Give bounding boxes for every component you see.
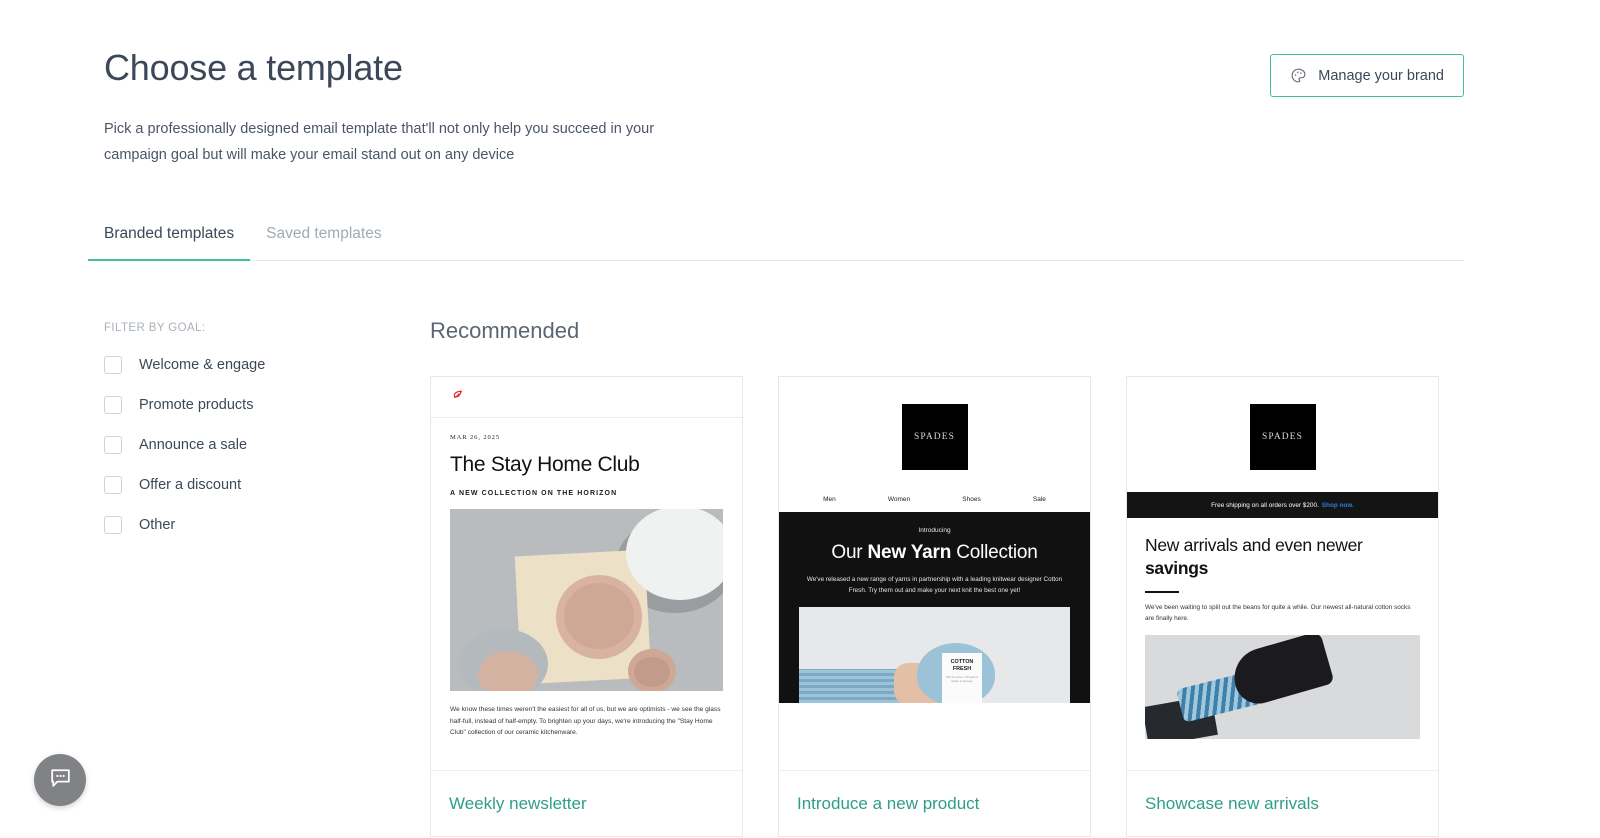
card-title-introduce-a-new-product[interactable]: Introduce a new product — [797, 794, 979, 814]
preview-body-text: We know these times weren't the easiest … — [450, 706, 721, 736]
nav-item-men: Men — [823, 496, 836, 503]
spades-logo-text: SPADES — [913, 432, 956, 442]
grey-bowl-inner — [478, 651, 538, 691]
preview-logo-bar — [431, 377, 742, 418]
preview-heading: New arrivals and even newer savings — [1145, 534, 1420, 580]
filter-label-announce-a-sale: Announce a sale — [139, 437, 248, 453]
filter-label-offer-a-discount: Offer a discount — [139, 477, 242, 493]
heading-part-1: New arrivals and even newer — [1145, 535, 1363, 555]
preview-date: MAR 26, 2025 — [450, 434, 500, 441]
preview-body-text: We've released a new range of yarns in p… — [806, 576, 1063, 594]
preview-content: MAR 26, 2025 The Stay Home Club A NEW CO… — [431, 418, 742, 739]
page-title: Choose a template — [104, 47, 403, 88]
tab-branded-templates[interactable]: Branded templates — [88, 224, 251, 261]
heading-rule — [1145, 591, 1179, 593]
page-header: Choose a template Pick a professionally … — [104, 46, 1464, 168]
preview-promo-banner: Free shipping on all orders over $200. S… — [1127, 492, 1438, 518]
templates-main: Recommended MAR 26, 2025 The Stay Home C… — [430, 318, 1464, 837]
heading-bold: savings — [1145, 558, 1209, 578]
shoe — [1227, 635, 1335, 710]
filter-label-other: Other — [139, 517, 176, 533]
template-preview-showcase-new-arrivals: SPADES Free shipping on all orders over … — [1127, 377, 1438, 770]
blush-plate-inner — [564, 583, 634, 649]
template-preview-weekly-newsletter: MAR 26, 2025 The Stay Home Club A NEW CO… — [431, 377, 742, 770]
template-card-introduce-a-new-product[interactable]: SPADES Men Women Shoes Sale Introducing … — [778, 376, 1091, 837]
heading-bold: New Yarn — [867, 542, 952, 563]
card-title-showcase-new-arrivals[interactable]: Showcase new arrivals — [1145, 794, 1319, 814]
filter-by-goal-label: FILTER BY GOAL: — [104, 322, 206, 334]
promo-banner-link[interactable]: Shop now. — [1322, 502, 1354, 509]
small-bowl-inner — [634, 657, 670, 687]
preview-content: New arrivals and even newer savings We'v… — [1127, 518, 1438, 739]
template-card-showcase-new-arrivals[interactable]: SPADES Free shipping on all orders over … — [1126, 376, 1439, 837]
checkbox-promote-products[interactable] — [104, 396, 122, 414]
filter-sidebar: FILTER BY GOAL: Welcome & engage Promote… — [104, 322, 394, 556]
checkbox-welcome-engage[interactable] — [104, 356, 122, 374]
preview-kicker: A NEW COLLECTION ON THE HORIZON — [450, 490, 618, 497]
chat-support-button[interactable] — [34, 754, 86, 806]
preview-body-text: We've been waiting to spill out the bean… — [1145, 604, 1411, 622]
product-label-line-2: FRESH — [952, 665, 972, 672]
card-footer: Weekly newsletter — [431, 770, 742, 836]
red-leaf-logo-icon — [451, 388, 464, 406]
filter-item-other[interactable]: Other — [104, 516, 394, 534]
filter-label-welcome-engage: Welcome & engage — [139, 357, 266, 373]
chat-bubble-icon — [48, 765, 73, 795]
preview-hero: Introducing Our New Yarn Collection We'v… — [779, 514, 1090, 703]
filter-item-announce-a-sale[interactable]: Announce a sale — [104, 436, 394, 454]
preview-photo-ceramics — [450, 509, 723, 691]
spades-logo: SPADES — [1249, 404, 1316, 470]
preview-header: SPADES Men Women Shoes Sale — [779, 377, 1090, 514]
nav-item-sale: Sale — [1032, 496, 1046, 503]
checkbox-other[interactable] — [104, 516, 122, 534]
preview-eyebrow: Introducing — [918, 527, 951, 534]
heading-part-2: Collection — [951, 542, 1038, 563]
template-preview-introduce-a-new-product: SPADES Men Women Shoes Sale Introducing … — [779, 377, 1090, 770]
spades-logo-text: SPADES — [1261, 432, 1304, 442]
filter-label-promote-products: Promote products — [139, 397, 254, 413]
template-chooser-page: Choose a template Pick a professionally … — [0, 0, 1600, 838]
nav-item-women: Women — [887, 496, 911, 503]
yarn-product-label: COTTON FRESH 100 % cotton | 50 grams Mad… — [942, 653, 982, 703]
checkbox-offer-a-discount[interactable] — [104, 476, 122, 494]
heading-part-1: Our — [831, 542, 868, 563]
preview-heading: The Stay Home Club — [450, 453, 640, 476]
spades-logo: SPADES — [901, 404, 968, 470]
promo-banner-text: Free shipping on all orders over $200. — [1211, 501, 1319, 509]
preview-photo-yarn: COTTON FRESH 100 % cotton | 50 grams Mad… — [799, 607, 1070, 703]
preview-photo-socks — [1145, 635, 1420, 739]
template-card-grid: MAR 26, 2025 The Stay Home Club A NEW CO… — [430, 376, 1464, 837]
knit-fabric — [799, 669, 905, 703]
checkbox-announce-a-sale[interactable] — [104, 436, 122, 454]
filter-item-promote-products[interactable]: Promote products — [104, 396, 394, 414]
palette-icon — [1290, 67, 1307, 84]
filter-item-offer-a-discount[interactable]: Offer a discount — [104, 476, 394, 494]
card-title-weekly-newsletter[interactable]: Weekly newsletter — [449, 794, 587, 814]
preview-heading: Our New Yarn Collection — [799, 542, 1070, 564]
product-label-sub: 100 % cotton | 50 grams Made in Europe — [945, 675, 979, 684]
card-footer: Showcase new arrivals — [1127, 770, 1438, 836]
manage-your-brand-button[interactable]: Manage your brand — [1270, 54, 1464, 97]
filter-item-welcome-engage[interactable]: Welcome & engage — [104, 356, 394, 374]
card-footer: Introduce a new product — [779, 770, 1090, 836]
preview-nav: Men Women Shoes Sale — [779, 470, 1090, 514]
preview-header: SPADES — [1127, 377, 1438, 492]
section-title-recommended: Recommended — [430, 318, 580, 343]
product-label-line-1: COTTON — [950, 659, 974, 665]
template-card-weekly-newsletter[interactable]: MAR 26, 2025 The Stay Home Club A NEW CO… — [430, 376, 743, 837]
tab-saved-templates[interactable]: Saved templates — [250, 224, 397, 260]
template-tabs: Branded templates Saved templates — [88, 224, 1464, 261]
page-subtitle: Pick a professionally designed email tem… — [104, 121, 655, 163]
manage-your-brand-label: Manage your brand — [1318, 67, 1444, 84]
nav-item-shoes: Shoes — [962, 496, 981, 503]
